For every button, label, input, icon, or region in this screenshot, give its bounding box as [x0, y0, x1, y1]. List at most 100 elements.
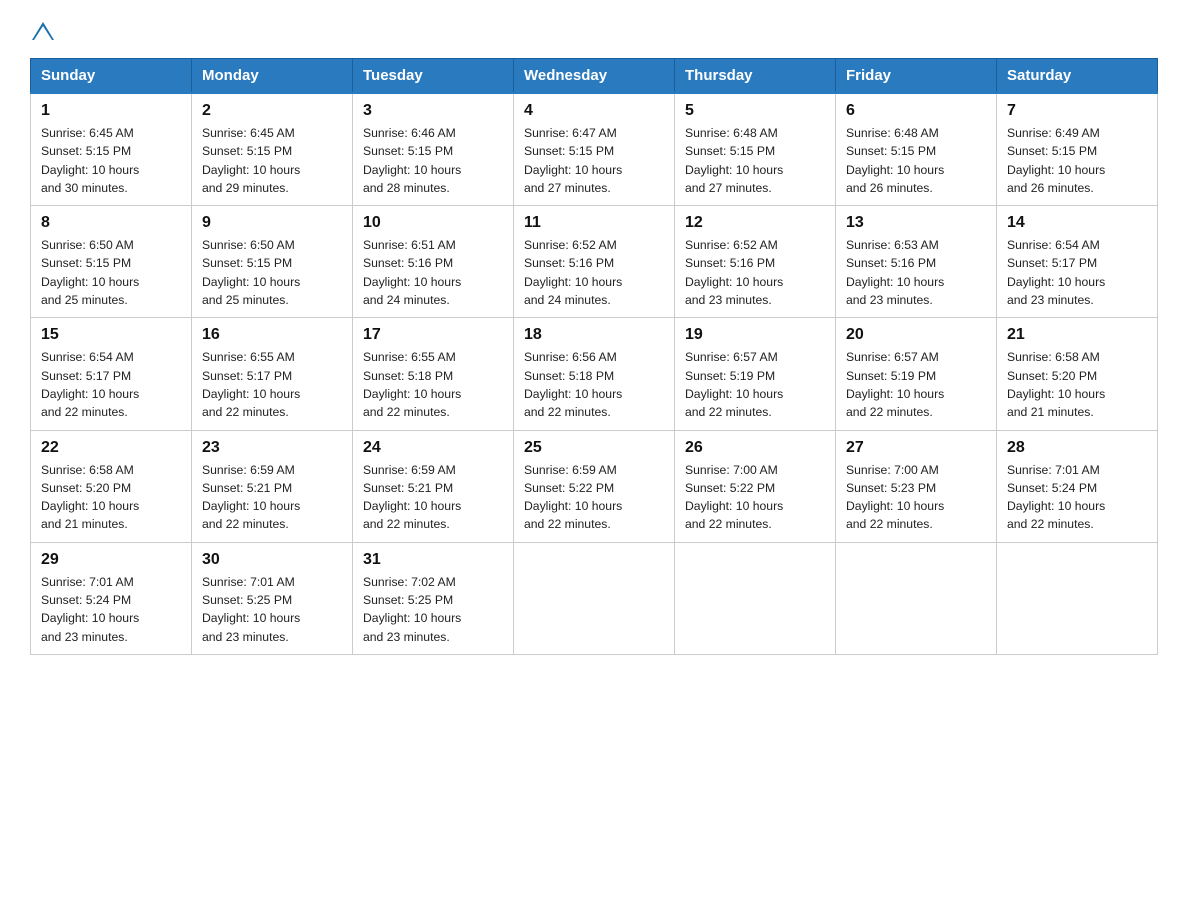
- calendar-day-cell: 10 Sunrise: 6:51 AMSunset: 5:16 PMDaylig…: [353, 206, 514, 318]
- day-info: Sunrise: 6:56 AMSunset: 5:18 PMDaylight:…: [524, 350, 622, 419]
- day-header-tuesday: Tuesday: [353, 59, 514, 94]
- day-number: 27: [846, 439, 986, 457]
- day-header-wednesday: Wednesday: [514, 59, 675, 94]
- day-number: 15: [41, 326, 181, 344]
- day-info: Sunrise: 6:58 AMSunset: 5:20 PMDaylight:…: [1007, 350, 1105, 419]
- day-info: Sunrise: 6:45 AMSunset: 5:15 PMDaylight:…: [41, 126, 139, 195]
- calendar-day-cell: 13 Sunrise: 6:53 AMSunset: 5:16 PMDaylig…: [836, 206, 997, 318]
- day-info: Sunrise: 6:59 AMSunset: 5:22 PMDaylight:…: [524, 463, 622, 532]
- day-number: 25: [524, 439, 664, 457]
- calendar-day-cell: [675, 542, 836, 654]
- logo: [30, 20, 54, 38]
- calendar-day-cell: 5 Sunrise: 6:48 AMSunset: 5:15 PMDayligh…: [675, 93, 836, 206]
- calendar-day-cell: 17 Sunrise: 6:55 AMSunset: 5:18 PMDaylig…: [353, 318, 514, 430]
- calendar-table: SundayMondayTuesdayWednesdayThursdayFrid…: [30, 58, 1158, 655]
- day-info: Sunrise: 6:45 AMSunset: 5:15 PMDaylight:…: [202, 126, 300, 195]
- day-info: Sunrise: 6:50 AMSunset: 5:15 PMDaylight:…: [202, 238, 300, 307]
- day-info: Sunrise: 7:00 AMSunset: 5:23 PMDaylight:…: [846, 463, 944, 532]
- day-number: 4: [524, 102, 664, 120]
- day-number: 12: [685, 214, 825, 232]
- day-number: 7: [1007, 102, 1147, 120]
- day-number: 1: [41, 102, 181, 120]
- calendar-day-cell: 2 Sunrise: 6:45 AMSunset: 5:15 PMDayligh…: [192, 93, 353, 206]
- day-info: Sunrise: 7:02 AMSunset: 5:25 PMDaylight:…: [363, 575, 461, 644]
- day-info: Sunrise: 6:53 AMSunset: 5:16 PMDaylight:…: [846, 238, 944, 307]
- day-number: 3: [363, 102, 503, 120]
- day-number: 5: [685, 102, 825, 120]
- day-number: 28: [1007, 439, 1147, 457]
- calendar-day-cell: 16 Sunrise: 6:55 AMSunset: 5:17 PMDaylig…: [192, 318, 353, 430]
- day-number: 21: [1007, 326, 1147, 344]
- day-info: Sunrise: 6:48 AMSunset: 5:15 PMDaylight:…: [846, 126, 944, 195]
- calendar-day-cell: 25 Sunrise: 6:59 AMSunset: 5:22 PMDaylig…: [514, 430, 675, 542]
- day-number: 18: [524, 326, 664, 344]
- day-info: Sunrise: 6:55 AMSunset: 5:17 PMDaylight:…: [202, 350, 300, 419]
- day-header-friday: Friday: [836, 59, 997, 94]
- calendar-day-cell: 21 Sunrise: 6:58 AMSunset: 5:20 PMDaylig…: [997, 318, 1158, 430]
- calendar-week-row: 15 Sunrise: 6:54 AMSunset: 5:17 PMDaylig…: [31, 318, 1158, 430]
- calendar-day-cell: 29 Sunrise: 7:01 AMSunset: 5:24 PMDaylig…: [31, 542, 192, 654]
- day-info: Sunrise: 6:57 AMSunset: 5:19 PMDaylight:…: [846, 350, 944, 419]
- day-number: 29: [41, 551, 181, 569]
- day-number: 8: [41, 214, 181, 232]
- calendar-day-cell: [836, 542, 997, 654]
- day-header-sunday: Sunday: [31, 59, 192, 94]
- calendar-header-row: SundayMondayTuesdayWednesdayThursdayFrid…: [31, 59, 1158, 94]
- calendar-day-cell: 6 Sunrise: 6:48 AMSunset: 5:15 PMDayligh…: [836, 93, 997, 206]
- day-info: Sunrise: 6:52 AMSunset: 5:16 PMDaylight:…: [685, 238, 783, 307]
- calendar-day-cell: 19 Sunrise: 6:57 AMSunset: 5:19 PMDaylig…: [675, 318, 836, 430]
- calendar-day-cell: 4 Sunrise: 6:47 AMSunset: 5:15 PMDayligh…: [514, 93, 675, 206]
- calendar-day-cell: 1 Sunrise: 6:45 AMSunset: 5:15 PMDayligh…: [31, 93, 192, 206]
- day-number: 13: [846, 214, 986, 232]
- day-info: Sunrise: 7:01 AMSunset: 5:25 PMDaylight:…: [202, 575, 300, 644]
- calendar-day-cell: 30 Sunrise: 7:01 AMSunset: 5:25 PMDaylig…: [192, 542, 353, 654]
- day-info: Sunrise: 6:59 AMSunset: 5:21 PMDaylight:…: [363, 463, 461, 532]
- day-header-saturday: Saturday: [997, 59, 1158, 94]
- day-info: Sunrise: 6:51 AMSunset: 5:16 PMDaylight:…: [363, 238, 461, 307]
- day-info: Sunrise: 6:52 AMSunset: 5:16 PMDaylight:…: [524, 238, 622, 307]
- day-info: Sunrise: 6:46 AMSunset: 5:15 PMDaylight:…: [363, 126, 461, 195]
- day-number: 31: [363, 551, 503, 569]
- day-info: Sunrise: 6:48 AMSunset: 5:15 PMDaylight:…: [685, 126, 783, 195]
- day-number: 20: [846, 326, 986, 344]
- calendar-day-cell: 26 Sunrise: 7:00 AMSunset: 5:22 PMDaylig…: [675, 430, 836, 542]
- day-info: Sunrise: 6:54 AMSunset: 5:17 PMDaylight:…: [1007, 238, 1105, 307]
- calendar-day-cell: 23 Sunrise: 6:59 AMSunset: 5:21 PMDaylig…: [192, 430, 353, 542]
- day-number: 16: [202, 326, 342, 344]
- calendar-day-cell: [514, 542, 675, 654]
- calendar-day-cell: [997, 542, 1158, 654]
- calendar-day-cell: 18 Sunrise: 6:56 AMSunset: 5:18 PMDaylig…: [514, 318, 675, 430]
- calendar-day-cell: 31 Sunrise: 7:02 AMSunset: 5:25 PMDaylig…: [353, 542, 514, 654]
- day-info: Sunrise: 6:59 AMSunset: 5:21 PMDaylight:…: [202, 463, 300, 532]
- day-number: 23: [202, 439, 342, 457]
- calendar-day-cell: 28 Sunrise: 7:01 AMSunset: 5:24 PMDaylig…: [997, 430, 1158, 542]
- calendar-day-cell: 12 Sunrise: 6:52 AMSunset: 5:16 PMDaylig…: [675, 206, 836, 318]
- day-number: 11: [524, 214, 664, 232]
- calendar-day-cell: 14 Sunrise: 6:54 AMSunset: 5:17 PMDaylig…: [997, 206, 1158, 318]
- day-number: 6: [846, 102, 986, 120]
- calendar-week-row: 8 Sunrise: 6:50 AMSunset: 5:15 PMDayligh…: [31, 206, 1158, 318]
- day-info: Sunrise: 7:00 AMSunset: 5:22 PMDaylight:…: [685, 463, 783, 532]
- calendar-day-cell: 20 Sunrise: 6:57 AMSunset: 5:19 PMDaylig…: [836, 318, 997, 430]
- day-info: Sunrise: 6:58 AMSunset: 5:20 PMDaylight:…: [41, 463, 139, 532]
- day-number: 24: [363, 439, 503, 457]
- calendar-day-cell: 7 Sunrise: 6:49 AMSunset: 5:15 PMDayligh…: [997, 93, 1158, 206]
- day-number: 22: [41, 439, 181, 457]
- day-number: 2: [202, 102, 342, 120]
- day-info: Sunrise: 6:50 AMSunset: 5:15 PMDaylight:…: [41, 238, 139, 307]
- day-header-monday: Monday: [192, 59, 353, 94]
- day-info: Sunrise: 6:57 AMSunset: 5:19 PMDaylight:…: [685, 350, 783, 419]
- day-number: 14: [1007, 214, 1147, 232]
- calendar-week-row: 1 Sunrise: 6:45 AMSunset: 5:15 PMDayligh…: [31, 93, 1158, 206]
- day-info: Sunrise: 6:47 AMSunset: 5:15 PMDaylight:…: [524, 126, 622, 195]
- calendar-day-cell: 11 Sunrise: 6:52 AMSunset: 5:16 PMDaylig…: [514, 206, 675, 318]
- day-info: Sunrise: 7:01 AMSunset: 5:24 PMDaylight:…: [41, 575, 139, 644]
- day-header-thursday: Thursday: [675, 59, 836, 94]
- calendar-week-row: 29 Sunrise: 7:01 AMSunset: 5:24 PMDaylig…: [31, 542, 1158, 654]
- calendar-day-cell: 8 Sunrise: 6:50 AMSunset: 5:15 PMDayligh…: [31, 206, 192, 318]
- day-number: 19: [685, 326, 825, 344]
- calendar-day-cell: 15 Sunrise: 6:54 AMSunset: 5:17 PMDaylig…: [31, 318, 192, 430]
- day-number: 17: [363, 326, 503, 344]
- day-number: 9: [202, 214, 342, 232]
- day-info: Sunrise: 7:01 AMSunset: 5:24 PMDaylight:…: [1007, 463, 1105, 532]
